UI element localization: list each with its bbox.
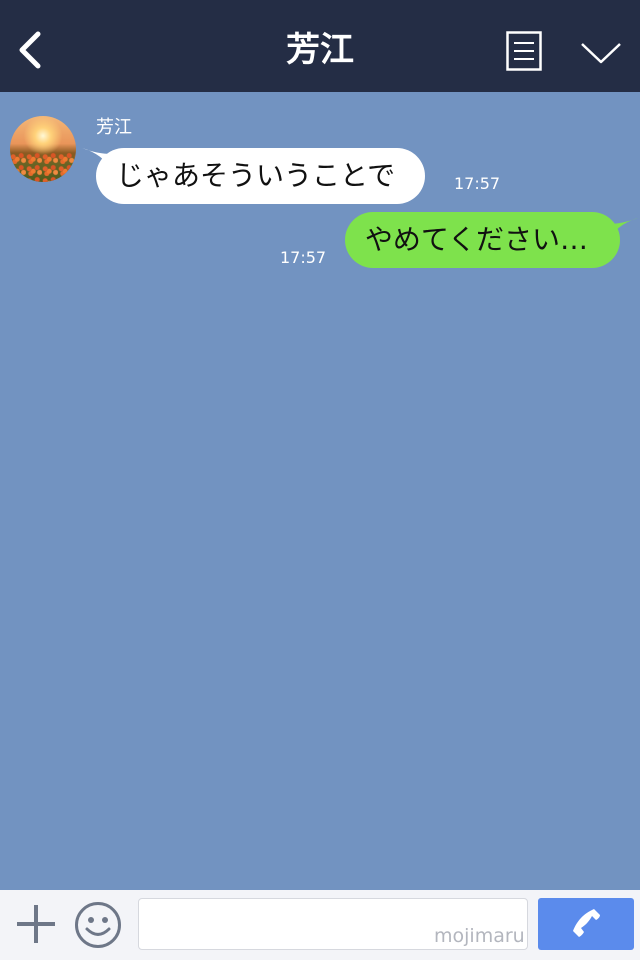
header-bar: 芳江 [0,0,640,92]
outgoing-message-bubble[interactable]: やめてください… [344,212,620,268]
emoji-icon [75,902,121,948]
call-button[interactable] [538,898,634,950]
menu-list-icon [506,31,542,71]
avatar-flowers [10,152,76,182]
menu-button[interactable] [506,31,542,71]
phone-icon [573,909,600,937]
chevron-down-icon [581,43,621,64]
add-attachment-button[interactable] [14,902,58,946]
avatar[interactable] [10,116,76,182]
outgoing-message-time: 17:57 [280,248,327,267]
incoming-message-bubble[interactable]: じゃあそういうことで [96,148,426,204]
emoji-button[interactable] [74,901,122,949]
incoming-message-time: 17:57 [454,174,501,193]
watermark: mojimaru [434,925,525,947]
chat-title: 芳江 [286,30,354,70]
plus-icon [17,905,55,943]
collapse-button[interactable] [578,38,624,68]
sender-name: 芳江 [96,117,132,138]
